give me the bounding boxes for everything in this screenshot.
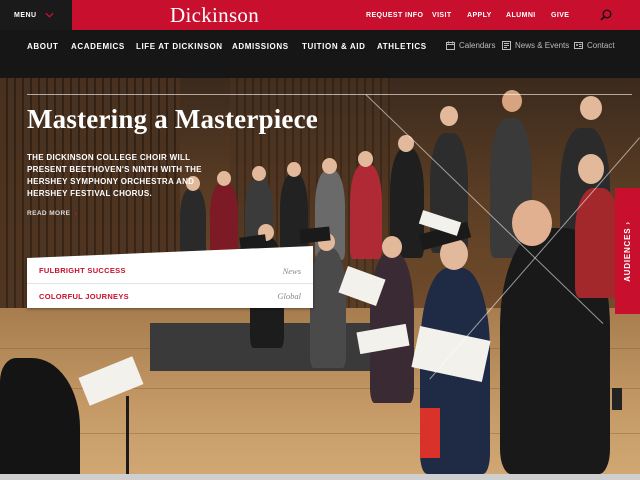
bottom-strip [0, 474, 640, 480]
calendars-link[interactable]: Calendars [446, 41, 495, 50]
hero-title[interactable]: Mastering a Masterpiece [27, 104, 318, 135]
promo-panel: FULBRIGHT SUCCESS News COLORFUL JOURNEYS… [27, 246, 313, 308]
hero-banner: Mastering a Masterpiece THE DICKINSON CO… [0, 78, 640, 474]
nav-academics[interactable]: ACADEMICS [71, 42, 125, 51]
menu-label: MENU [14, 11, 37, 19]
promo-item-colorful-journeys[interactable]: COLORFUL JOURNEYS Global [27, 283, 313, 308]
nav-athletics[interactable]: ATHLETICS [377, 42, 427, 51]
menu-button[interactable]: MENU [0, 0, 72, 30]
alumni-link[interactable]: ALUMNI [506, 12, 536, 19]
apply-link[interactable]: APPLY [467, 12, 492, 19]
site-logo[interactable]: Dickinson [170, 3, 259, 28]
nav-life-at-dickinson[interactable]: LIFE AT DICKINSON [136, 42, 223, 51]
give-link[interactable]: GIVE [551, 12, 569, 19]
promo-category: Global [277, 291, 301, 301]
chevron-down-icon [45, 12, 54, 18]
request-info-link[interactable]: REQUEST INFO [366, 12, 423, 19]
contact-label: Contact [587, 41, 615, 50]
contact-link[interactable]: Contact [574, 41, 615, 50]
news-events-link[interactable]: News & Events [502, 41, 569, 50]
promo-category: News [282, 265, 301, 276]
news-events-label: News & Events [515, 41, 570, 50]
promo-item-fulbright[interactable]: FULBRIGHT SUCCESS News [27, 258, 313, 283]
nav-tuition-aid[interactable]: TUITION & AID [302, 42, 366, 51]
chevron-right-icon: › [74, 209, 78, 218]
calendars-label: Calendars [459, 41, 496, 50]
read-more-label: READ MORE [27, 210, 71, 217]
search-icon[interactable] [600, 9, 612, 21]
visit-link[interactable]: VISIT [432, 12, 452, 19]
nav-about[interactable]: ABOUT [27, 42, 58, 51]
main-nav: ABOUT ACADEMICS LIFE AT DICKINSON ADMISS… [0, 30, 640, 78]
top-bar: MENU Dickinson REQUEST INFO VISIT APPLY … [0, 0, 640, 30]
hero-rule [27, 94, 632, 95]
audiences-tab[interactable]: AUDIENCES › [615, 188, 640, 314]
promo-label: COLORFUL JOURNEYS [39, 291, 129, 301]
hero-description: THE DICKINSON COLLEGE CHOIR WILL PRESENT… [27, 153, 202, 198]
read-more-link[interactable]: READ MORE › [27, 209, 77, 218]
promo-label: FULBRIGHT SUCCESS [39, 266, 126, 275]
contact-card-icon [574, 42, 583, 49]
nav-admissions[interactable]: ADMISSIONS [232, 42, 289, 51]
newspaper-icon [502, 41, 511, 50]
audiences-label: AUDIENCES › [623, 220, 633, 282]
calendar-icon [446, 41, 455, 50]
